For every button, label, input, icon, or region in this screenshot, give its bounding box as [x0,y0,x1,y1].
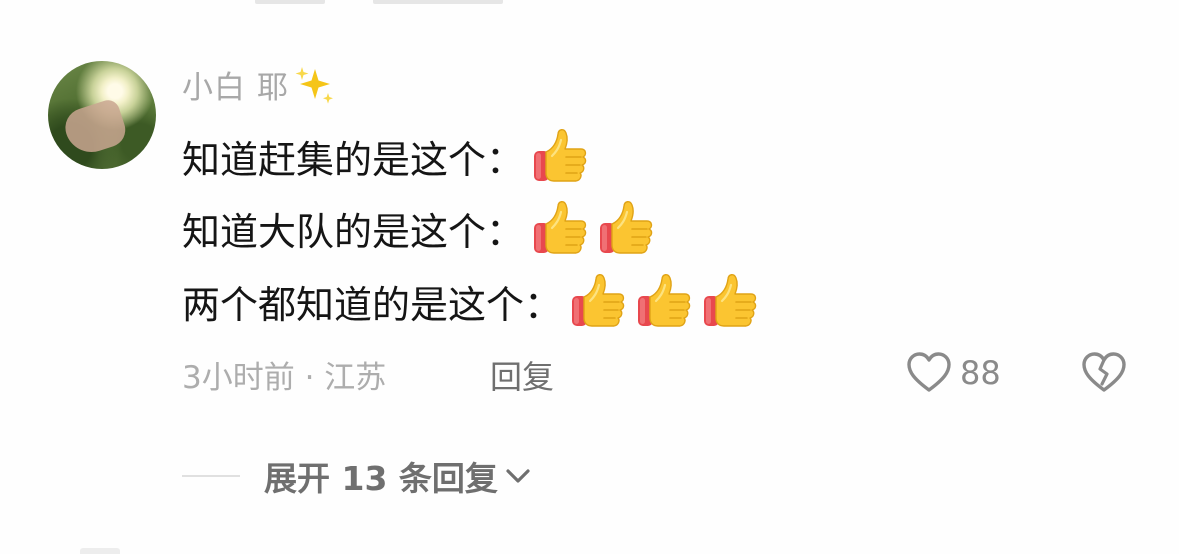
comment-line-2: 知道大队的是这个： [182,198,658,258]
expand-replies-label: 展开 13 条回复 [264,459,498,498]
like-count: 88 [960,354,1001,392]
heart-outline-icon [907,352,951,392]
comment-line-text: 两个都知道的是这个： [182,282,563,327]
next-avatar-cutoff [80,548,120,554]
avatar-photo-hand [60,97,130,159]
comment-line-text: 知道大队的是这个： [182,209,525,254]
thumbs-up-emoji [534,201,587,254]
thumbs-up-emoji [600,201,653,254]
thumbs-up-emoji [704,274,757,327]
thumbs-group [570,271,762,331]
thumbs-group [532,198,658,258]
thumbs-up-emoji [638,274,691,327]
divider-line [182,475,240,477]
comment-username[interactable]: 小白 耶 [182,62,289,107]
thumbs-group [532,126,592,186]
comment-meta: 3小时前 · 江苏 [182,360,387,396]
avatar[interactable] [48,61,156,169]
like-button[interactable]: 88 [906,351,1001,395]
comment-line-1: 知道赶集的是这个： [182,126,592,186]
reply-button[interactable]: 回复 [490,352,554,398]
thumbs-up-emoji [572,274,625,327]
comment-thread: 小白 耶 知道赶集的是这个： 知道大队的是这个： 两个都知道的是这个： 3小时前… [0,0,1179,554]
chevron-down-icon [506,469,530,483]
comment-line-3: 两个都知道的是这个： [182,271,762,331]
thumbs-up-emoji [534,129,587,182]
previous-content-cutoff [255,0,503,4]
sparkles-icon [295,66,333,104]
expand-replies-button[interactable]: 展开 13 条回复 [182,452,534,500]
comment-line-text: 知道赶集的是这个： [182,137,525,182]
comment-username-row[interactable]: 小白 耶 [182,62,337,107]
broken-heart-icon[interactable] [1081,351,1127,395]
